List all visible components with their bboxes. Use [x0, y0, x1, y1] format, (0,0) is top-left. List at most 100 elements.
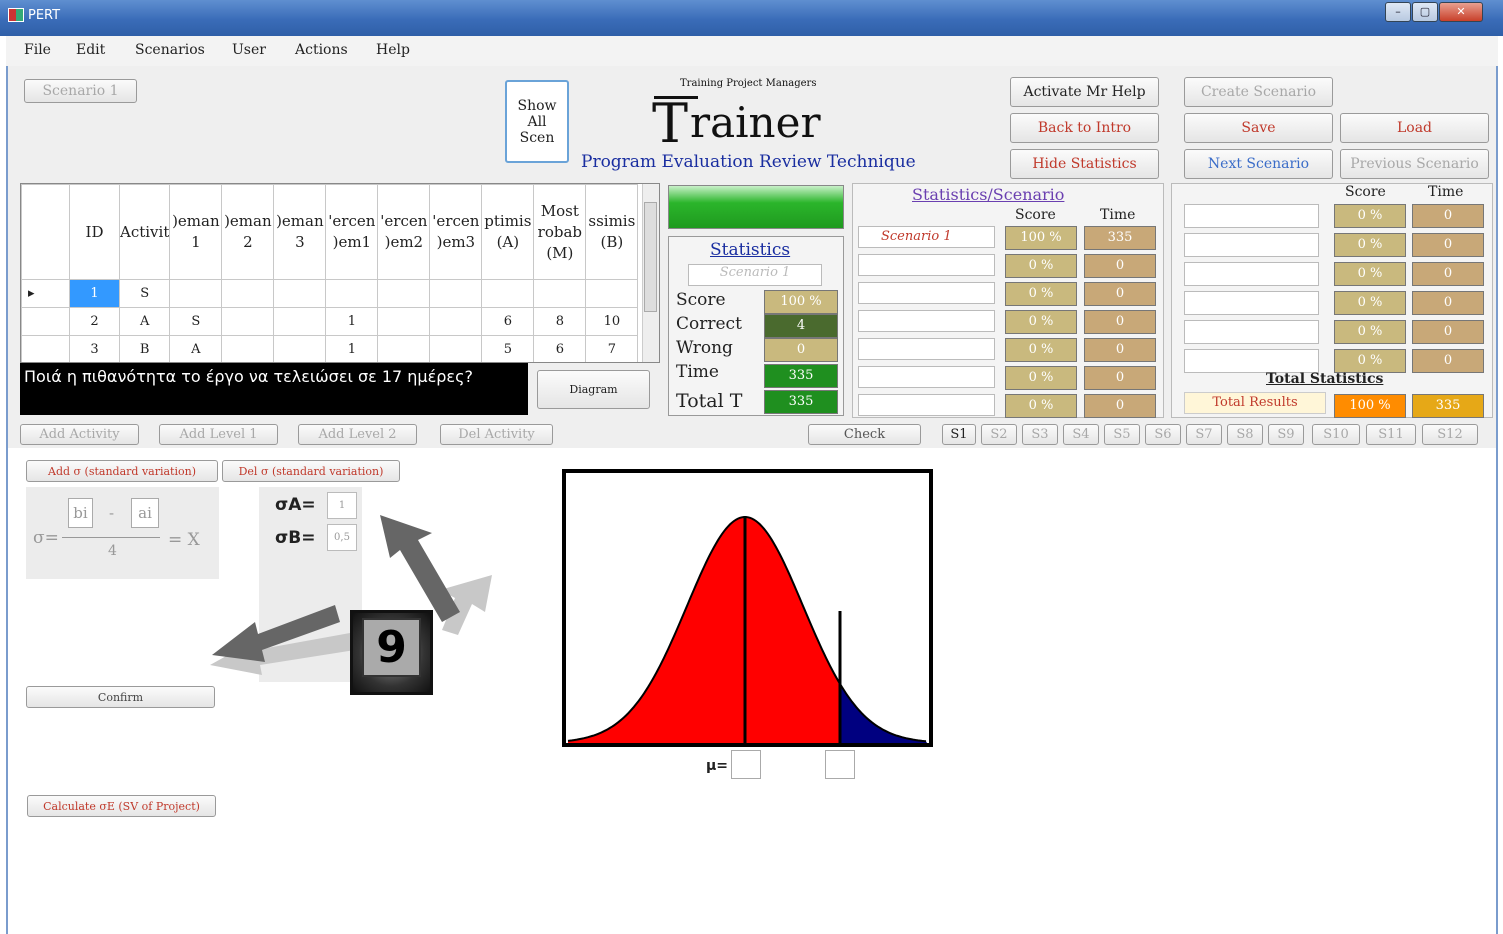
column-header[interactable]: ssimis (B) [585, 184, 639, 280]
diagram-button[interactable]: Diagram [537, 370, 650, 409]
activate-help-button[interactable]: Activate Mr Help [1010, 77, 1159, 107]
menu-edit[interactable]: Edit [76, 42, 105, 58]
confirm-button[interactable]: Confirm [26, 686, 215, 708]
table-cell[interactable]: 7 [585, 335, 639, 362]
tab-s3[interactable]: S3 [1022, 424, 1058, 445]
tab-s7[interactable]: S7 [1186, 424, 1222, 445]
maximize-button[interactable]: ▢ [1412, 2, 1438, 22]
table-cell[interactable] [585, 279, 639, 308]
table-cell[interactable] [481, 279, 535, 308]
table-cell[interactable] [325, 279, 379, 308]
column-header[interactable]: 'ercen)em1 [325, 184, 379, 280]
table-row[interactable]: 2 A S 1 6 8 10 [21, 307, 639, 336]
table-cell[interactable] [377, 307, 431, 336]
calculate-sigma-e-button[interactable]: Calculate σE (SV of Project) [27, 795, 216, 817]
hide-statistics-button[interactable]: Hide Statistics [1010, 149, 1159, 179]
table-row[interactable]: ▸ 1 S [21, 279, 639, 308]
table-cell[interactable]: 5 [481, 335, 535, 362]
table-cell[interactable]: B [118, 335, 171, 362]
table-cell[interactable] [221, 335, 275, 362]
table-cell[interactable]: 2 [69, 307, 120, 336]
tab-s2[interactable]: S2 [981, 424, 1017, 445]
table-cell[interactable]: 1 [325, 307, 379, 336]
table-cell[interactable] [273, 279, 327, 308]
table-cell[interactable] [221, 279, 275, 308]
table-cell[interactable] [429, 335, 483, 362]
tab-s6[interactable]: S6 [1145, 424, 1181, 445]
menu-actions[interactable]: Actions [295, 42, 348, 58]
scenario-1-button[interactable]: Scenario 1 [24, 79, 137, 103]
show-all-scenarios-button[interactable]: Show All Scen [505, 80, 569, 163]
column-header[interactable]: Most robab (M) [533, 184, 587, 280]
menu-help[interactable]: Help [376, 42, 410, 58]
table-cell[interactable]: 1 [325, 335, 379, 362]
tab-s8[interactable]: S8 [1227, 424, 1263, 445]
menu-file[interactable]: File [24, 42, 51, 58]
table-cell[interactable] [221, 307, 275, 336]
back-to-intro-button[interactable]: Back to Intro [1010, 113, 1159, 143]
table-cell[interactable] [429, 279, 483, 308]
tab-s5[interactable]: S5 [1104, 424, 1140, 445]
add-sigma-button[interactable]: Add σ (standard variation) [26, 460, 218, 482]
add-level-2-button[interactable]: Add Level 2 [298, 424, 417, 445]
row-header[interactable] [21, 307, 70, 336]
close-button[interactable]: ✕ [1439, 2, 1483, 22]
table-cell[interactable]: A [118, 307, 171, 336]
column-header[interactable]: ID [69, 184, 120, 280]
table-cell[interactable] [273, 307, 327, 336]
row-header[interactable]: ▸ [21, 279, 70, 308]
tab-s11[interactable]: S11 [1366, 424, 1416, 445]
mu-field[interactable] [731, 750, 761, 779]
table-cell[interactable]: S [118, 279, 171, 308]
tab-s4[interactable]: S4 [1063, 424, 1099, 445]
menu-user[interactable]: User [232, 42, 266, 58]
save-button[interactable]: Save [1184, 113, 1333, 143]
create-scenario-button[interactable]: Create Scenario [1184, 77, 1333, 107]
table-cell[interactable]: 1 [69, 279, 120, 308]
del-sigma-button[interactable]: Del σ (standard variation) [222, 460, 400, 482]
mu-label: μ= [706, 758, 729, 774]
column-header[interactable]: )eman 1 [169, 184, 223, 280]
table-cell[interactable]: 10 [585, 307, 639, 336]
ss-score-cell: 0 % [1005, 338, 1077, 362]
table-row[interactable]: 3BA 1 567 [21, 335, 639, 362]
table-cell[interactable]: 6 [533, 335, 587, 362]
target-value-field[interactable] [825, 750, 855, 779]
row-header[interactable] [21, 335, 70, 362]
column-header[interactable]: ptimis (A) [481, 184, 535, 280]
column-header[interactable]: 'ercen)em2 [377, 184, 431, 280]
column-header[interactable]: )eman 3 [273, 184, 327, 280]
table-cell[interactable] [273, 335, 327, 362]
add-activity-button[interactable]: Add Activity [20, 424, 139, 445]
next-scenario-button[interactable]: Next Scenario [1184, 149, 1333, 179]
tab-s12[interactable]: S12 [1422, 424, 1478, 445]
add-level-1-button[interactable]: Add Level 1 [159, 424, 278, 445]
bi-field[interactable]: bi [68, 498, 93, 528]
previous-scenario-button[interactable]: Previous Scenario [1340, 149, 1489, 179]
table-cell[interactable] [429, 307, 483, 336]
grid-scroll-thumb[interactable] [644, 202, 657, 312]
show-all-line-1: Show [517, 97, 557, 114]
column-header[interactable]: )eman 2 [221, 184, 275, 280]
table-cell[interactable] [533, 279, 587, 308]
load-button[interactable]: Load [1340, 113, 1489, 143]
table-cell[interactable]: S [169, 307, 223, 336]
column-header[interactable]: 'ercen)em3 [429, 184, 483, 280]
del-activity-button[interactable]: Del Activity [440, 424, 553, 445]
column-header[interactable]: Activit [118, 184, 171, 280]
table-cell[interactable] [377, 335, 431, 362]
menu-scenarios[interactable]: Scenarios [135, 42, 205, 58]
tab-s10[interactable]: S10 [1312, 424, 1360, 445]
minimize-button[interactable]: – [1385, 2, 1411, 22]
table-cell[interactable]: A [169, 335, 223, 362]
table-cell[interactable] [169, 279, 223, 308]
ai-field[interactable]: ai [131, 498, 159, 528]
check-button[interactable]: Check [808, 424, 921, 445]
activity-grid[interactable]: ID Activit)eman 1)eman 2)eman 3'ercen)em1'er… [20, 183, 660, 363]
table-cell[interactable]: 6 [481, 307, 535, 336]
table-cell[interactable]: 3 [69, 335, 120, 362]
table-cell[interactable] [377, 279, 431, 308]
tab-s9[interactable]: S9 [1268, 424, 1304, 445]
table-cell[interactable]: 8 [533, 307, 587, 336]
tab-s1[interactable]: S1 [942, 424, 976, 445]
